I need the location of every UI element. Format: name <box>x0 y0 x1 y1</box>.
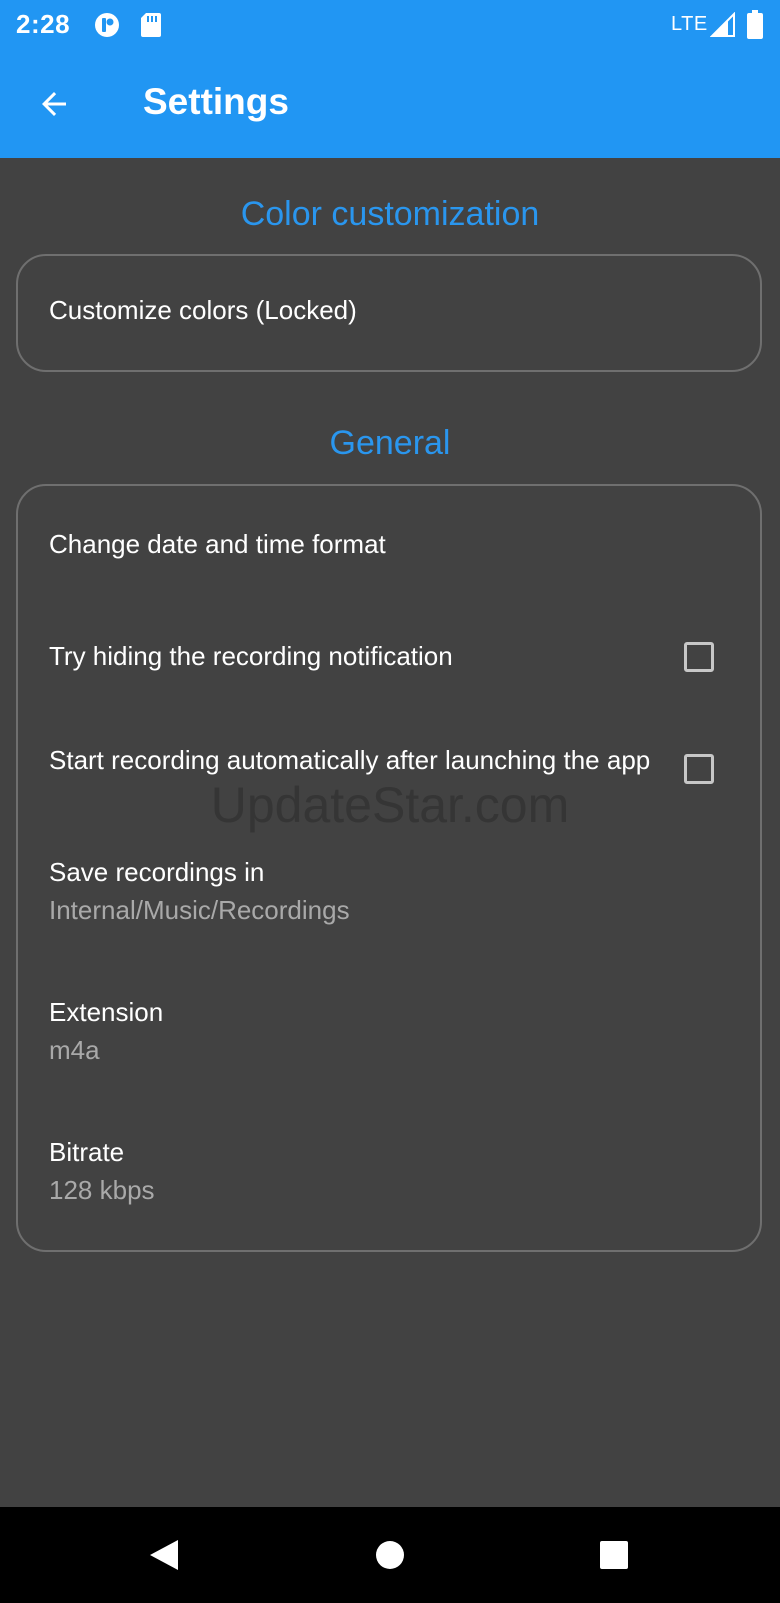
autostart-recording-checkbox[interactable] <box>684 754 714 784</box>
battery-icon <box>747 10 763 39</box>
general-settings-card: Change date and time format Try hiding t… <box>16 484 762 1252</box>
customize-colors-label: Customize colors (Locked) <box>49 295 357 325</box>
home-circle-icon <box>376 1541 404 1569</box>
save-location-label: Save recordings in <box>49 857 265 887</box>
change-date-format-item[interactable]: Change date and time format <box>18 486 760 590</box>
change-date-format-label: Change date and time format <box>49 529 386 559</box>
page-title: Settings <box>143 81 289 122</box>
recents-square-icon <box>600 1541 628 1569</box>
nav-home-button[interactable] <box>366 1531 414 1579</box>
status-network: LTE <box>671 13 708 35</box>
nav-recents-button[interactable] <box>590 1531 638 1579</box>
navigation-bar <box>0 1507 780 1603</box>
autostart-recording-label: Start recording automatically after laun… <box>49 745 651 775</box>
status-bar: 2:28 LTE <box>0 0 780 50</box>
arrow-back-icon <box>42 92 66 116</box>
color-customization-card: Customize colors (Locked) <box>16 254 762 372</box>
bitrate-value: 128 kbps <box>49 1175 155 1205</box>
section-header-general: General <box>329 424 451 462</box>
signal-icon <box>710 12 735 37</box>
sd-card-icon <box>141 13 161 37</box>
status-time: 2:28 <box>16 9 71 39</box>
extension-value: m4a <box>49 1035 100 1065</box>
hide-notification-checkbox[interactable] <box>684 642 714 672</box>
back-button[interactable] <box>24 74 84 134</box>
extension-label: Extension <box>49 997 164 1027</box>
save-location-value: Internal/Music/Recordings <box>49 895 350 925</box>
app-notification-icon <box>95 13 119 37</box>
customize-colors-item[interactable]: Customize colors (Locked) <box>18 256 760 370</box>
nav-back-button[interactable] <box>140 1531 188 1579</box>
bitrate-label: Bitrate <box>49 1137 125 1167</box>
hide-notification-label: Try hiding the recording notification <box>49 641 453 671</box>
bitrate-item[interactable]: Bitrate 128 kbps <box>18 1094 760 1250</box>
section-header-color-customization: Color customization <box>240 195 540 233</box>
back-triangle-icon <box>150 1540 178 1570</box>
save-location-item[interactable]: Save recordings in Internal/Music/Record… <box>18 826 760 954</box>
extension-item[interactable]: Extension m4a <box>18 954 760 1094</box>
hide-notification-item[interactable]: Try hiding the recording notification <box>18 590 760 698</box>
app-bar: Settings <box>0 50 780 158</box>
autostart-recording-item[interactable]: Start recording automatically after laun… <box>18 698 760 826</box>
